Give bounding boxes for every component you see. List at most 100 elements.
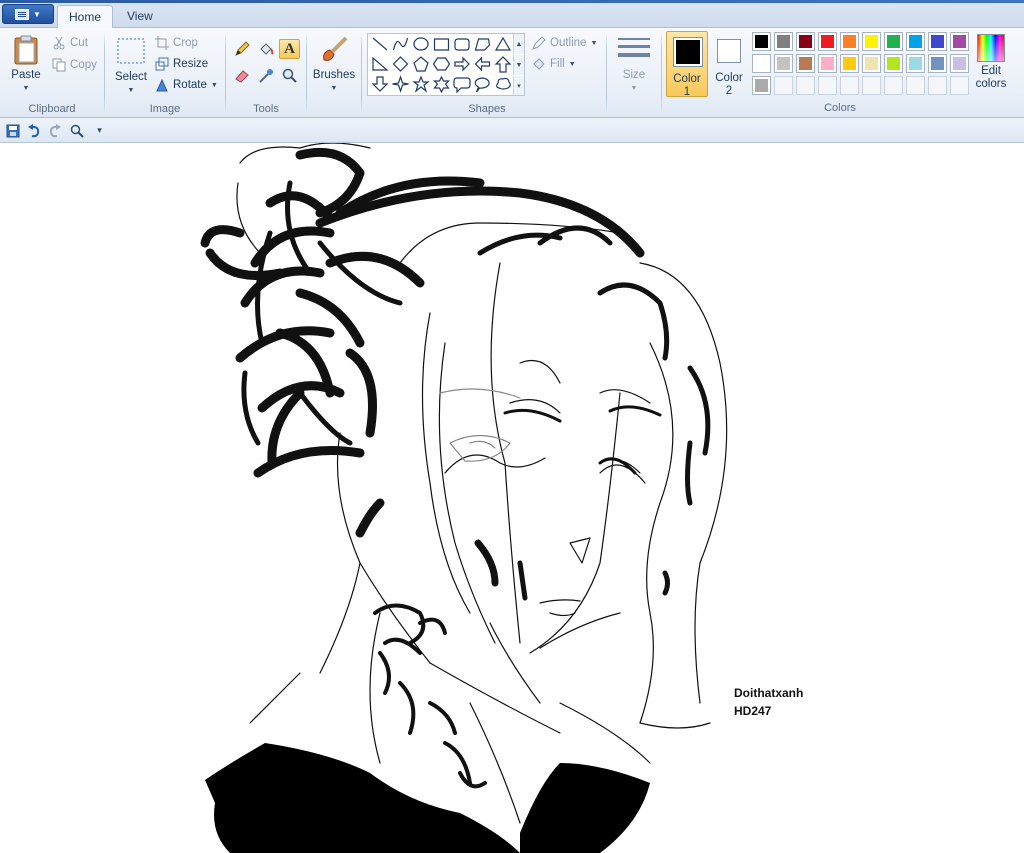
palette-swatch[interactable]: [928, 32, 947, 51]
right-triangle-shape-icon[interactable]: [370, 55, 390, 74]
palette-swatch[interactable]: [950, 32, 969, 51]
swatch-fill: [843, 57, 856, 70]
magnifier-icon[interactable]: [279, 66, 300, 86]
six-point-star-shape-icon[interactable]: [432, 75, 452, 94]
custom-color-slot[interactable]: [796, 76, 815, 95]
custom-color-slot[interactable]: [906, 76, 925, 95]
chevron-down-icon: ▼: [630, 85, 638, 92]
custom-color-slot[interactable]: [884, 76, 903, 95]
four-point-star-shape-icon[interactable]: [391, 75, 411, 94]
color-picker-icon[interactable]: [255, 66, 276, 86]
palette-swatch[interactable]: [752, 54, 771, 73]
fill-button[interactable]: Fill ▼: [532, 55, 576, 73]
palette-swatch[interactable]: [906, 54, 925, 73]
cloud-callout-shape-icon[interactable]: [493, 75, 513, 94]
undo-icon[interactable]: [25, 122, 42, 139]
line-shape-icon[interactable]: [370, 35, 390, 54]
size-button[interactable]: Size ▼: [615, 34, 653, 95]
custom-color-slot[interactable]: [840, 76, 859, 95]
palette-swatch[interactable]: [796, 32, 815, 51]
color1-button[interactable]: Color 1: [666, 31, 708, 98]
palette-swatch[interactable]: [840, 54, 859, 73]
palette-swatch[interactable]: [950, 54, 969, 73]
drawing-canvas[interactable]: Doithatxanh HD247: [0, 143, 1024, 853]
eraser-icon[interactable]: [231, 66, 252, 86]
brushes-button[interactable]: Brushes ▼: [311, 34, 357, 95]
up-arrow-shape-icon[interactable]: [493, 55, 513, 74]
paint-menu-button[interactable]: ▼: [2, 4, 54, 24]
custom-color-slot[interactable]: [950, 76, 969, 95]
palette-swatch[interactable]: [862, 32, 881, 51]
fill-bucket-icon[interactable]: [255, 39, 276, 59]
palette-swatch[interactable]: [884, 54, 903, 73]
color2-label: Color: [715, 72, 743, 84]
paste-button[interactable]: Paste ▼: [8, 34, 44, 95]
palette-swatch[interactable]: [862, 54, 881, 73]
palette-swatch[interactable]: [928, 54, 947, 73]
resize-button[interactable]: Resize: [155, 55, 208, 73]
tab-home[interactable]: Home: [57, 5, 114, 29]
custom-color-slot[interactable]: [862, 76, 881, 95]
oval-callout-shape-icon[interactable]: [473, 75, 493, 94]
sketch-drawing: [200, 143, 728, 853]
save-icon[interactable]: [4, 122, 21, 139]
palette-swatch[interactable]: [818, 54, 837, 73]
zoom-icon[interactable]: [68, 122, 85, 139]
ribbon-tab-bar: ▼ Home View: [0, 0, 1024, 29]
palette-swatch[interactable]: [840, 32, 859, 51]
triangle-shape-icon[interactable]: [493, 35, 513, 54]
palette-swatch[interactable]: [752, 76, 771, 95]
select-label: Select: [115, 71, 147, 83]
palette-swatch[interactable]: [796, 54, 815, 73]
diamond-shape-icon[interactable]: [391, 55, 411, 74]
palette-swatch[interactable]: [774, 32, 793, 51]
signature-text: Doithatxanh HD247: [734, 684, 803, 720]
rectangle-shape-icon[interactable]: [432, 35, 452, 54]
signature-line-1: Doithatxanh: [734, 686, 804, 700]
rotate-icon: [155, 78, 169, 92]
crop-button[interactable]: Crop: [155, 34, 198, 52]
tab-view[interactable]: View: [116, 5, 164, 28]
custom-color-slot[interactable]: [774, 76, 793, 95]
oval-shape-icon[interactable]: [411, 35, 431, 54]
rounded-callout-shape-icon[interactable]: [452, 75, 472, 94]
redo-icon[interactable]: [46, 122, 63, 139]
ribbon-home: Paste ▼ Cut Copy Clipboard Select ▼ Crop…: [0, 28, 1024, 118]
select-button[interactable]: Select ▼: [113, 36, 149, 97]
color1-swatch: [673, 37, 703, 67]
swatch-fill: [909, 35, 922, 48]
custom-color-slot[interactable]: [818, 76, 837, 95]
right-arrow-shape-icon[interactable]: [452, 55, 472, 74]
color2-fill: [720, 42, 738, 60]
down-arrow-shape-icon[interactable]: [370, 75, 390, 94]
palette-swatch[interactable]: [774, 54, 793, 73]
outline-button[interactable]: Outline ▼: [532, 34, 597, 52]
gallery-expand[interactable]: ▾: [513, 76, 524, 95]
hexagon-shape-icon[interactable]: [432, 55, 452, 74]
color1-fill: [676, 40, 700, 64]
gallery-scroll-down[interactable]: ▼: [513, 55, 524, 75]
gallery-scroll-up[interactable]: ▲: [513, 34, 524, 54]
palette-swatch[interactable]: [884, 32, 903, 51]
polygon-shape-icon[interactable]: [473, 35, 493, 54]
pencil-icon[interactable]: [231, 39, 252, 59]
rotate-button[interactable]: Rotate ▼: [155, 76, 218, 94]
palette-swatch[interactable]: [818, 32, 837, 51]
rounded-rectangle-shape-icon[interactable]: [452, 35, 472, 54]
left-arrow-shape-icon[interactable]: [473, 55, 493, 74]
five-point-star-shape-icon[interactable]: [411, 75, 431, 94]
brushes-group: Brushes ▼: [307, 28, 361, 118]
color2-button[interactable]: Color 2: [709, 31, 749, 97]
palette-swatch[interactable]: [906, 32, 925, 51]
text-tool[interactable]: A: [279, 39, 300, 59]
copy-button[interactable]: Copy: [52, 56, 97, 74]
palette-swatch[interactable]: [752, 32, 771, 51]
edit-colors-button[interactable]: Edit colors: [973, 34, 1009, 91]
cut-button[interactable]: Cut: [52, 34, 88, 52]
chevron-down-icon: ▼: [127, 87, 135, 94]
pentagon-shape-icon[interactable]: [411, 55, 431, 74]
custom-color-slot[interactable]: [928, 76, 947, 95]
customize-qat-icon[interactable]: ▾: [91, 122, 108, 139]
curve-shape-icon[interactable]: [391, 35, 411, 54]
chevron-down-icon: ▼: [330, 85, 338, 92]
